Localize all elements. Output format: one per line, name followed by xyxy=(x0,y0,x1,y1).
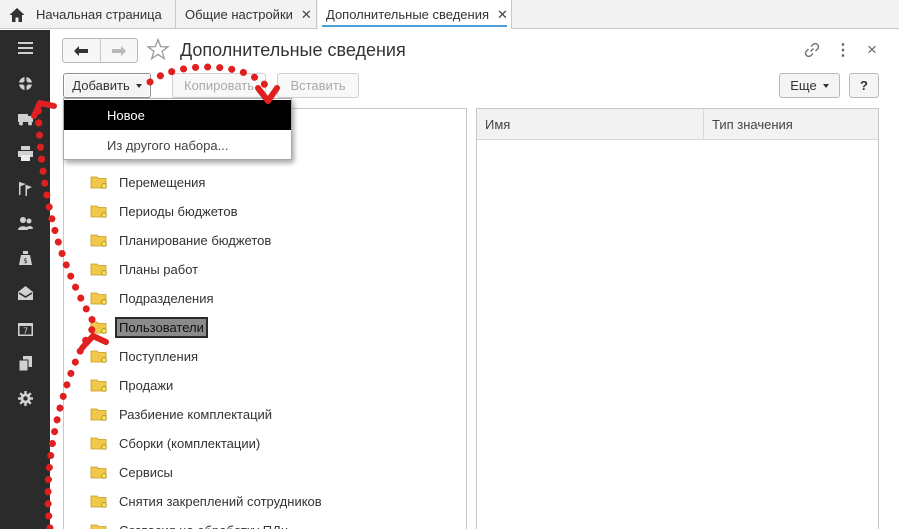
folder-icon xyxy=(90,321,107,334)
help-button-label: ? xyxy=(860,78,868,93)
add-button[interactable]: Добавить xyxy=(63,73,151,98)
close-icon[interactable]: ✕ xyxy=(301,7,312,23)
tab-bar: Начальная страница Общие настройки ✕ Доп… xyxy=(0,0,899,29)
folder-icon xyxy=(90,495,107,508)
sidebar: $ 7 xyxy=(0,30,50,529)
tree-item[interactable]: Перемещения xyxy=(90,171,208,193)
documents-icon[interactable] xyxy=(15,353,35,373)
svg-text:7: 7 xyxy=(22,326,27,335)
forward-button[interactable] xyxy=(101,39,138,62)
close-icon[interactable]: ✕ xyxy=(497,7,508,23)
people-icon[interactable] xyxy=(15,213,35,233)
help-button[interactable]: ? xyxy=(849,73,879,98)
more-button[interactable]: Еще xyxy=(779,73,840,98)
column-header-name[interactable]: Имя xyxy=(477,109,704,140)
tree-item[interactable]: Периоды бюджетов xyxy=(90,200,241,222)
tree-item-label: Планы работ xyxy=(119,261,199,277)
folder-icon xyxy=(90,205,107,218)
moneybag-icon[interactable]: $ xyxy=(15,248,35,268)
tree-item[interactable]: Сервисы xyxy=(90,461,176,483)
folder-icon xyxy=(90,234,107,247)
tree-item[interactable]: Подразделения xyxy=(90,287,217,309)
properties-table: Имя Тип значения xyxy=(476,108,879,529)
folder-icon xyxy=(90,466,107,479)
tree-item-label: Перемещения xyxy=(119,174,206,190)
menu-icon[interactable] xyxy=(15,38,35,58)
home-icon xyxy=(9,7,25,22)
paste-button-label: Вставить xyxy=(290,78,346,93)
tree-item-label: Сервисы xyxy=(119,464,173,480)
printer-icon[interactable] xyxy=(15,143,35,163)
tree-panel: Перемещения Периоды бюджетов Планирование … xyxy=(63,108,467,529)
tab-general-settings[interactable]: Общие настройки ✕ xyxy=(177,0,317,29)
tree-item-label: Согласия на обработку ПДн xyxy=(116,521,291,529)
folder-icon xyxy=(90,408,107,421)
tree-item[interactable]: Разбиение комплектаций xyxy=(90,403,275,425)
tree-item-label: Планирование бюджетов xyxy=(119,232,272,248)
truck-icon[interactable] xyxy=(15,108,35,128)
tree-item[interactable]: Поступления xyxy=(90,345,201,367)
tab-additional-info[interactable]: Дополнительные сведения ✕ xyxy=(318,0,512,29)
folder-icon xyxy=(90,292,107,305)
tab-home[interactable]: Начальная страница xyxy=(0,0,176,29)
tree-item[interactable]: Пользователи xyxy=(90,316,208,338)
copy-button-label: Копировать xyxy=(184,78,254,93)
link-icon[interactable] xyxy=(803,41,821,59)
tree-item-label: Продажи xyxy=(119,377,174,393)
arrow-right-icon xyxy=(111,45,126,56)
chevron-down-icon xyxy=(135,83,142,88)
folder-icon xyxy=(90,176,107,189)
arrow-left-icon xyxy=(74,45,89,56)
tree-item-label: Поступления xyxy=(119,348,199,364)
tab-home-label: Начальная страница xyxy=(36,7,162,22)
close-window-icon[interactable]: × xyxy=(863,40,881,59)
menu-item-new[interactable]: Новое xyxy=(64,100,291,130)
chevron-down-icon xyxy=(822,83,829,88)
tree-item-label: Снятия закреплений сотрудников xyxy=(119,493,322,509)
column-header-value-type[interactable]: Тип значения xyxy=(704,109,878,140)
folder-icon xyxy=(90,524,107,529)
svg-text:$: $ xyxy=(23,257,27,265)
tree-item-label: Сборки (комплектации) xyxy=(119,435,261,451)
tree-item[interactable]: Снятия закреплений сотрудников xyxy=(90,490,325,512)
tab-general-settings-label: Общие настройки xyxy=(185,7,293,22)
copy-button[interactable]: Копировать xyxy=(172,73,266,98)
tree-item-label: Разбиение комплектаций xyxy=(119,406,273,422)
gear-icon[interactable] xyxy=(15,388,35,408)
back-button[interactable] xyxy=(63,39,101,62)
add-dropdown-menu: Новое Из другого набора... xyxy=(63,98,292,160)
tree-item-label: Периоды бюджетов xyxy=(119,203,238,219)
mail-icon[interactable] xyxy=(15,283,35,303)
add-button-label: Добавить xyxy=(72,78,130,93)
tab-additional-info-label: Дополнительные сведения xyxy=(326,7,490,22)
tree-item-label: Подразделения xyxy=(119,290,214,306)
tree-item-label: Пользователи xyxy=(115,316,208,338)
tree-item[interactable]: Сборки (комплектации) xyxy=(90,432,263,454)
tree-item[interactable]: Продажи xyxy=(90,374,176,396)
tree-item[interactable]: Планы работ xyxy=(90,258,201,280)
tree-item[interactable]: Планирование бюджетов xyxy=(90,229,274,251)
crosshair-icon[interactable] xyxy=(15,73,35,93)
menu-item-from-other-set[interactable]: Из другого набора... xyxy=(64,130,291,160)
page-title: Дополнительные сведения xyxy=(180,40,406,60)
flags-icon[interactable] xyxy=(15,178,35,198)
more-actions-icon[interactable]: ⋮ xyxy=(834,41,852,59)
more-button-label: Еще xyxy=(790,78,817,93)
tree-item[interactable]: Согласия на обработку ПДн xyxy=(90,519,291,529)
calendar-icon[interactable]: 7 xyxy=(15,318,35,338)
folder-icon xyxy=(90,350,107,363)
favorite-star-icon[interactable] xyxy=(146,38,170,62)
folder-icon xyxy=(90,379,107,392)
paste-button[interactable]: Вставить xyxy=(277,73,359,98)
folder-icon xyxy=(90,263,107,276)
folder-icon xyxy=(90,437,107,450)
history-nav xyxy=(62,38,138,63)
